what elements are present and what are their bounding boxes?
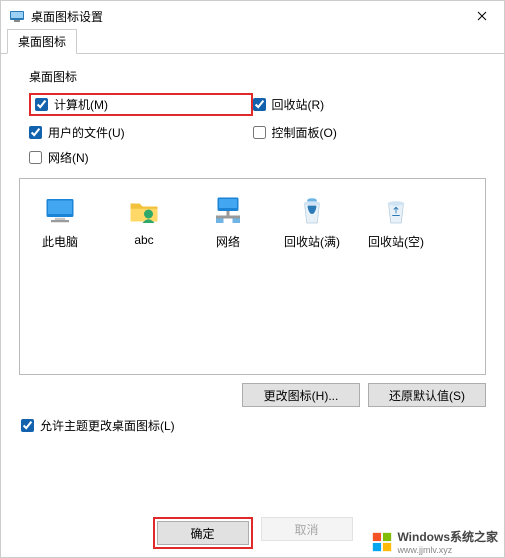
highlight-ok: 确定 bbox=[153, 517, 253, 549]
highlight-computer: 计算机(M) bbox=[29, 93, 253, 116]
titlebar: 桌面图标设置 bbox=[1, 1, 504, 31]
watermark-url: www.jjmlv.xyz bbox=[397, 545, 498, 555]
icon-user-folder-label: abc bbox=[134, 233, 153, 247]
check-userfiles-label: 用户的文件(U) bbox=[48, 124, 125, 141]
icon-recycle-empty[interactable]: 回收站(空) bbox=[360, 189, 432, 254]
check-allow-theme-label: 允许主题更改桌面图标(L) bbox=[40, 417, 175, 434]
watermark-text: Windows系统之家 www.jjmlv.xyz bbox=[397, 528, 498, 555]
checkbox-grid: 计算机(M) 回收站(R) 用户的文件(U) 控制面板(O) 网络(N) bbox=[19, 89, 486, 178]
window-title: 桌面图标设置 bbox=[31, 8, 103, 25]
icon-recycle-empty-label: 回收站(空) bbox=[368, 233, 424, 250]
watermark-title: Windows系统之家 bbox=[397, 528, 498, 545]
windows-logo-icon bbox=[371, 531, 393, 553]
ok-button[interactable]: 确定 bbox=[157, 521, 249, 545]
check-computer[interactable]: 计算机(M) bbox=[35, 96, 108, 113]
tab-content: 桌面图标 计算机(M) 回收站(R) 用户的文件(U) 控制面板(O) bbox=[1, 54, 504, 442]
check-allow-theme[interactable]: 允许主题更改桌面图标(L) bbox=[21, 417, 486, 434]
check-userfiles-box[interactable] bbox=[29, 126, 42, 139]
icon-recycle-full-label: 回收站(满) bbox=[284, 233, 340, 250]
allow-theme-row: 允许主题更改桌面图标(L) bbox=[19, 417, 486, 434]
check-recycle[interactable]: 回收站(R) bbox=[253, 93, 477, 116]
close-button[interactable] bbox=[460, 1, 504, 31]
icon-recycle-full[interactable]: 回收站(满) bbox=[276, 189, 348, 254]
icon-network[interactable]: 网络 bbox=[192, 189, 264, 254]
check-recycle-label: 回收站(R) bbox=[272, 96, 325, 113]
check-controlpanel[interactable]: 控制面板(O) bbox=[253, 124, 477, 141]
change-icon-button[interactable]: 更改图标(H)... bbox=[242, 383, 360, 407]
tabstrip: 桌面图标 bbox=[1, 31, 504, 54]
watermark: Windows系统之家 www.jjmlv.xyz bbox=[371, 528, 498, 555]
icon-user-folder[interactable]: abc bbox=[108, 189, 180, 254]
tab-desktop-icons[interactable]: 桌面图标 bbox=[7, 29, 77, 54]
cancel-button[interactable]: 取消 bbox=[261, 517, 353, 541]
desktop-icon-settings-window: 桌面图标设置 桌面图标 桌面图标 计算机(M) 回收站(R) 用户的文件(U) bbox=[0, 0, 505, 558]
icon-preview-list[interactable]: 此电脑 abc bbox=[19, 178, 486, 375]
check-network-label: 网络(N) bbox=[48, 149, 89, 166]
check-userfiles[interactable]: 用户的文件(U) bbox=[29, 124, 253, 141]
check-computer-box[interactable] bbox=[35, 98, 48, 111]
check-network[interactable]: 网络(N) bbox=[29, 149, 253, 166]
icon-this-pc-label: 此电脑 bbox=[42, 233, 78, 250]
check-controlpanel-box[interactable] bbox=[253, 126, 266, 139]
check-allow-theme-box[interactable] bbox=[21, 419, 34, 432]
icon-row: 此电脑 abc bbox=[24, 189, 481, 254]
check-recycle-box[interactable] bbox=[253, 98, 266, 111]
check-network-box[interactable] bbox=[29, 151, 42, 164]
window-icon bbox=[9, 8, 25, 24]
restore-default-button[interactable]: 还原默认值(S) bbox=[368, 383, 486, 407]
check-controlpanel-label: 控制面板(O) bbox=[272, 124, 337, 141]
icon-this-pc[interactable]: 此电脑 bbox=[24, 189, 96, 254]
icon-network-label: 网络 bbox=[216, 233, 240, 250]
check-computer-label: 计算机(M) bbox=[54, 96, 108, 113]
icon-buttons-row: 更改图标(H)... 还原默认值(S) bbox=[19, 383, 486, 407]
group-label: 桌面图标 bbox=[29, 68, 486, 85]
